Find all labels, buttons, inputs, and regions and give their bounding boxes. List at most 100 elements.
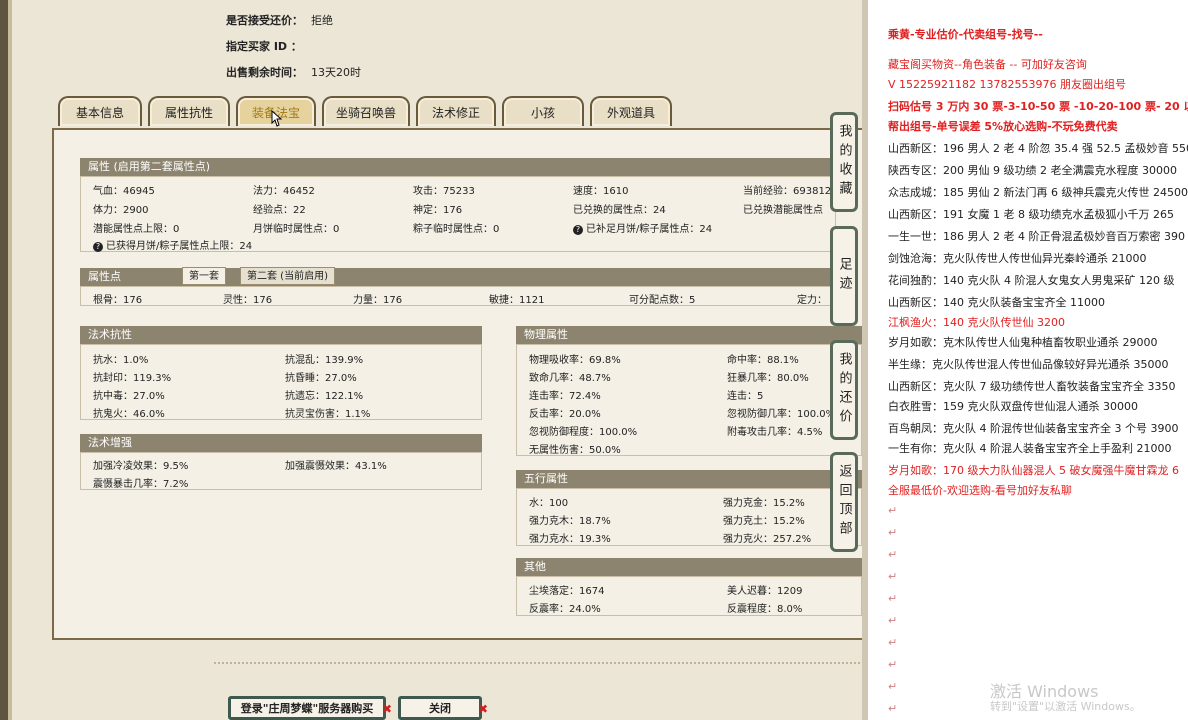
content-panel: 属性 (启用第二套属性点) 气血：46945 法力：46452 攻击：75233… — [52, 128, 868, 640]
divider-dotted — [214, 662, 860, 664]
physical-item: 反击率：20.0% — [529, 409, 601, 420]
paragraph-mark-icon: ↵ — [888, 548, 898, 561]
attr-mooncake-temp: 月饼临时属性点：0 — [253, 224, 340, 235]
tab-appearance[interactable]: 外观道具 — [590, 96, 672, 126]
tab-mounts-pets[interactable]: 坐骑召唤兽 — [322, 96, 410, 126]
attr-exp: 当前经验：693812 — [743, 186, 832, 197]
doc-line: 山西新区：140 克火队装备宝宝齐全 11000 — [888, 296, 1105, 309]
points-tab-second[interactable]: 第二套 (当前启用) — [240, 267, 335, 285]
physical-item: 狂暴几率：80.0% — [727, 373, 809, 384]
boost-item: 震慑暴击几率：7.2% — [93, 479, 189, 490]
buyer-label: 指定买家 ID ： — [226, 40, 302, 53]
element-item: 水：100 — [529, 498, 569, 509]
doc-line: 陕西专区：200 男仙 9 级功绩 2 老全满震克水程度 30000 — [888, 164, 1177, 177]
physical-item: 物理吸收率：69.8% — [529, 355, 621, 366]
physical-item: 连击：5 — [727, 391, 764, 402]
tab-spell-mods[interactable]: 法术修正 — [416, 96, 496, 126]
attr-shending: 神定：176 — [413, 205, 463, 216]
doc-line: 全服最低价-欢迎选购-看号加好友私聊 — [888, 484, 1072, 497]
boost-section-body: 加强冷凌效果：9.5% 加强震慑效果：43.1% 震慑暴击几率：7.2% — [80, 452, 482, 490]
doc-line: V 15225921182 13782553976 朋友圈出组号 — [888, 78, 1126, 91]
points-section-body: 根骨：176 灵性：176 力量：176 敏捷：1121 可分配点数：5 定力： — [80, 286, 836, 306]
buyer-row: 指定买家 ID ： — [226, 38, 310, 54]
my-counteroffers-button[interactable]: 我的还价 — [830, 340, 858, 440]
doc-line: 扫码估号 3 万内 30 票-3-10-50 票 -10-20-100 票- 2… — [888, 100, 1188, 113]
elements-section-body: 水：100 强力克金：15.2% 强力克木：18.7% 强力克土：15.2% 强… — [516, 488, 862, 546]
remain-value: 13天20时 — [311, 66, 361, 79]
doc-line: 岁月如歌：170 级大力队仙器混人 5 破女魔强牛魔甘霖龙 6 — [888, 464, 1179, 477]
elements-section-header: 五行属性 — [516, 470, 862, 488]
paragraph-mark-icon: ↵ — [888, 702, 898, 715]
attr-mp: 法力：46452 — [253, 186, 315, 197]
my-favorites-button[interactable]: 我的收藏 — [830, 112, 858, 212]
element-item: 强力克水：19.3% — [529, 534, 611, 545]
boost-section-header: 法术增强 — [80, 434, 482, 452]
doc-line: 山西新区：克火队 7 级功绩传世人畜牧装备宝宝齐全 3350 — [888, 380, 1176, 393]
attr-redeemed-potential: 已兑换潜能属性点 — [743, 205, 823, 216]
doc-line: 百鸟朝凤：克火队 4 阶混传世仙装备宝宝齐全 3 个号 3900 — [888, 422, 1179, 435]
accept-counteroffer-row: 是否接受还价： 拒绝 — [226, 12, 333, 28]
element-item: 强力克火：257.2% — [723, 534, 812, 545]
points-tab-first[interactable]: 第一套 — [182, 267, 226, 285]
points-minjie: 敏捷：1121 — [489, 295, 545, 306]
accept-value: 拒绝 — [311, 14, 333, 27]
points-available: 可分配点数：5 — [629, 295, 696, 306]
points-gengu: 根骨：176 — [93, 295, 143, 306]
back-to-top-button[interactable]: 返回顶部 — [830, 452, 858, 552]
points-dingli: 定力： — [797, 295, 827, 306]
physical-item: 连击率：72.4% — [529, 391, 601, 402]
paragraph-mark-icon: ↵ — [888, 526, 898, 539]
resist-item: 抗水：1.0% — [93, 355, 149, 366]
resist-item: 抗昏睡：27.0% — [285, 373, 357, 384]
paragraph-mark-icon: ↵ — [888, 592, 898, 605]
close-x-icon: ✖ — [478, 702, 489, 716]
doc-line: 岁月如歌：克木队传世人仙鬼种植畜牧职业通杀 29000 — [888, 336, 1158, 349]
activate-windows-sub: 转到"设置"以激活 Windows。 — [990, 700, 1141, 713]
doc-line: 半生缘：克火队传世混人传世仙品像较好异光通杀 35000 — [888, 358, 1169, 371]
attr-zongzi-temp: 粽子临时属性点：0 — [413, 224, 500, 235]
doc-line: 白衣胜雪：159 克火队双盘传世仙混人通杀 30000 — [888, 400, 1138, 413]
paragraph-mark-icon: ↵ — [888, 570, 898, 583]
attr-exp-points: 经验点：22 — [253, 205, 306, 216]
login-buy-button[interactable]: 登录"庄周梦蝶"服务器购买 — [228, 696, 386, 720]
footprints-button[interactable]: 足迹 — [830, 226, 858, 326]
paragraph-mark-icon: ↵ — [888, 680, 898, 693]
physical-section-header: 物理属性 — [516, 326, 862, 344]
accept-label: 是否接受还价： — [226, 14, 303, 27]
attr-potential-cap: 潜能属性点上限：0 — [93, 224, 180, 235]
doc-line: 江枫渔火：140 克火队传世仙 3200 — [888, 316, 1065, 329]
physical-item: 致命几率：48.7% — [529, 373, 611, 384]
physical-item: 命中率：88.1% — [727, 355, 799, 366]
close-button[interactable]: 关闭 — [398, 696, 482, 720]
points-lingxing: 灵性：176 — [223, 295, 273, 306]
tab-basic-info[interactable]: 基本信息 — [58, 96, 142, 126]
other-item: 反震程度：8.0% — [727, 604, 803, 615]
boost-item: 加强冷凌效果：9.5% — [93, 461, 189, 472]
attr-section-body: 气血：46945 法力：46452 攻击：75233 速度：1610 当前经验：… — [80, 176, 836, 252]
doc-line: 山西新区：196 男人 2 老 4 阶忽 35.4 强 52.5 孟极妙音 55… — [888, 142, 1188, 155]
tab-attributes[interactable]: 属性抗性 — [148, 96, 230, 126]
attr-obtained-cap: ? 已获得月饼/粽子属性点上限：24 — [93, 237, 252, 252]
mouse-cursor-icon — [271, 110, 282, 127]
paragraph-mark-icon: ↵ — [888, 504, 898, 517]
resist-item: 抗中毒：27.0% — [93, 391, 165, 402]
resist-item: 抗混乱：139.9% — [285, 355, 364, 366]
doc-line: 一生有你：克火队 4 阶混人装备宝宝齐全上手盈利 21000 — [888, 442, 1172, 455]
doc-line: 一生一世：186 男人 2 老 4 阶正骨混孟极妙音百万索密 390 — [888, 230, 1185, 243]
doc-line: 剑蚀沧海：克火队传世人传世仙异光秦岭通杀 21000 — [888, 252, 1147, 265]
other-section-header: 其他 — [516, 558, 862, 576]
attr-stamina: 体力：2900 — [93, 205, 149, 216]
element-item: 强力克木：18.7% — [529, 516, 611, 527]
doc-line: 众志成城：185 男仙 2 新法门再 6 级神兵震克火传世 24500 — [888, 186, 1188, 199]
points-liliang: 力量：176 — [353, 295, 403, 306]
help-icon: ? — [93, 242, 103, 252]
physical-item: 忽视防御几率：100.0% — [727, 409, 836, 420]
paragraph-mark-icon: ↵ — [888, 658, 898, 671]
doc-line: 山西新区：191 女魔 1 老 8 级功绩克水孟极狐小千万 265 — [888, 208, 1174, 221]
other-section-body: 尘埃落定：1674 美人迟暮：1209 反震率：24.0% 反震程度：8.0% — [516, 576, 862, 616]
text-document-pane: 乘黄-专业估价-代卖组号-找号-- 藏宝阁买物资--角色装备 -- 可加好友咨询… — [868, 0, 1188, 720]
other-item: 美人迟暮：1209 — [727, 586, 803, 597]
physical-item: 无属性伤害：50.0% — [529, 445, 621, 456]
attr-atk: 攻击：75233 — [413, 186, 475, 197]
tab-children[interactable]: 小孩 — [502, 96, 584, 126]
